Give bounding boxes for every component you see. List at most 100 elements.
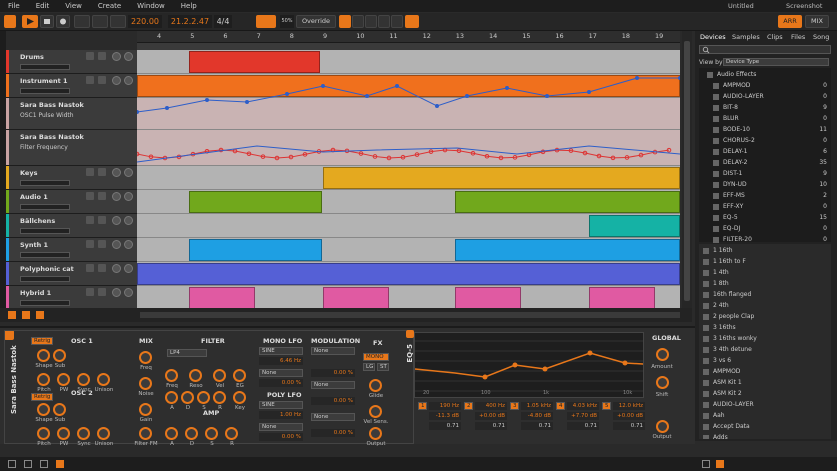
volume-fader[interactable] [20,228,70,234]
device-list-item[interactable]: EQ-5 15 [713,214,827,224]
device-panel-icon[interactable] [56,460,64,468]
tempo-display[interactable]: 220.00 [128,15,162,28]
vertical-scrollbar[interactable] [682,31,692,311]
pan-knob[interactable] [112,240,121,249]
lfo2-mod-select[interactable]: None [259,423,303,431]
eq-band-gain[interactable]: +0.00 dB [475,412,507,420]
track-name[interactable]: Sara Bass Nastok [20,133,84,141]
synth-knob[interactable] [205,427,218,440]
send-knob[interactable] [124,216,133,225]
volume-fader[interactable] [20,64,70,70]
lfo1-rate[interactable]: 6.46 Hz [259,357,303,365]
knife-tool-icon[interactable] [391,15,403,28]
snap-icon[interactable] [405,15,419,28]
solo-button[interactable] [86,240,94,248]
eraser-tool-icon[interactable] [378,15,390,28]
volume-fader[interactable] [20,276,70,282]
eq-band-freq[interactable]: 12.0 kHz [613,402,645,410]
synth-knob[interactable] [139,403,152,416]
track-header[interactable]: Polyphonic cat [6,262,137,286]
automation-point[interactable] [365,94,369,98]
automation-point[interactable] [137,110,139,114]
preset-item[interactable]: ASM Kit 1 [703,379,831,389]
menu-file[interactable]: File [0,2,28,10]
eq-power-icon[interactable] [406,330,414,338]
synth-knob[interactable] [37,373,50,386]
volume-fader[interactable] [20,180,70,186]
mute-button[interactable] [98,168,106,176]
device-list-item[interactable]: DYN-UD 10 [713,181,827,191]
mute-button[interactable] [98,216,106,224]
preset-item[interactable]: AUDIO-LAYER [703,401,831,411]
synth-knob[interactable] [189,369,202,382]
automation-point[interactable] [395,84,399,88]
expand-icon[interactable] [24,460,32,468]
eq-band-freq[interactable]: 1.05 kHz [521,402,553,410]
automation-point[interactable] [505,86,509,90]
eq-band-number[interactable]: 3 [510,402,519,410]
automation-point[interactable] [587,90,591,94]
screenshot-tab[interactable]: Screenshot [786,2,822,10]
zoom-level[interactable]: 50% [280,15,294,28]
automation-point[interactable] [545,94,549,98]
synth-knob[interactable] [57,373,70,386]
preset-item[interactable]: 1 4th [703,269,831,279]
menu-window[interactable]: Window [129,2,173,10]
preset-item[interactable]: 2 people Clap [703,313,831,323]
menu-create[interactable]: Create [90,2,129,10]
synth-knob[interactable] [185,427,198,440]
pan-knob[interactable] [112,76,121,85]
mute-button[interactable] [98,192,106,200]
track-header[interactable]: Drums [6,50,137,74]
eq-band-q[interactable]: 0.71 [521,422,553,430]
synth-knob[interactable] [53,403,66,416]
automation-point[interactable] [635,76,639,80]
preset-item[interactable]: 3 16ths wonky [703,335,831,345]
track-name[interactable]: Keys [20,169,37,177]
eq-band-freq[interactable]: 190 Hz [429,402,461,410]
automation-point[interactable] [205,98,209,102]
device-list-item[interactable]: BODE-10 11 [713,126,827,136]
synth-knob[interactable] [77,373,90,386]
preset-item[interactable]: 16th flanged [703,291,831,301]
eq-band-q[interactable]: 0.71 [475,422,507,430]
eq-band-gain[interactable]: +0.00 dB [613,412,645,420]
track-header[interactable]: Keys [6,166,137,190]
filter-type-select[interactable]: LP4 [167,349,207,357]
eq-band-handle[interactable] [587,350,593,356]
device-list-item[interactable]: EFF-XY 0 [713,203,827,213]
osc1-retrig-button[interactable]: Retrig [31,337,53,345]
synth-knob[interactable] [97,373,110,386]
automation-point[interactable] [465,94,469,98]
play-button[interactable] [22,15,38,28]
preset-item[interactable]: 2 4th [703,302,831,312]
synth-knob[interactable] [181,391,194,404]
eq-amount-knob[interactable] [656,348,669,361]
eq-curve[interactable] [414,352,644,378]
punch-button[interactable] [110,15,126,28]
tab-files[interactable]: Files [791,33,805,41]
eq-band-number[interactable]: 4 [556,402,565,410]
mute-button[interactable] [98,288,106,296]
arranger-timeline[interactable] [137,50,680,310]
track-name[interactable]: Drums [20,53,44,61]
device-list-item[interactable]: BLUR 0 [713,115,827,125]
tab-samples[interactable]: Samples [732,33,760,41]
eq-band-gain[interactable]: +7.70 dB [567,412,599,420]
solo-button[interactable] [86,168,94,176]
volume-fader[interactable] [20,88,70,94]
pan-knob[interactable] [112,288,121,297]
time-signature[interactable]: 4/4 [214,15,232,28]
mute-button[interactable] [98,240,106,248]
mod1-amount[interactable]: 0.00 % [311,369,355,377]
expand-icon[interactable] [36,311,44,319]
send-knob[interactable] [124,264,133,273]
mod2-select[interactable]: None [311,381,355,389]
layout-icon[interactable] [8,460,16,468]
track-header[interactable]: Synth 1 [6,238,137,262]
device-list-item[interactable]: AMPMOD 0 [713,82,827,92]
automation-point[interactable] [285,92,289,96]
folder-audio-effects[interactable]: Audio Effects [707,71,835,81]
track-header[interactable]: Audio 1 [6,190,137,214]
send-knob[interactable] [124,168,133,177]
